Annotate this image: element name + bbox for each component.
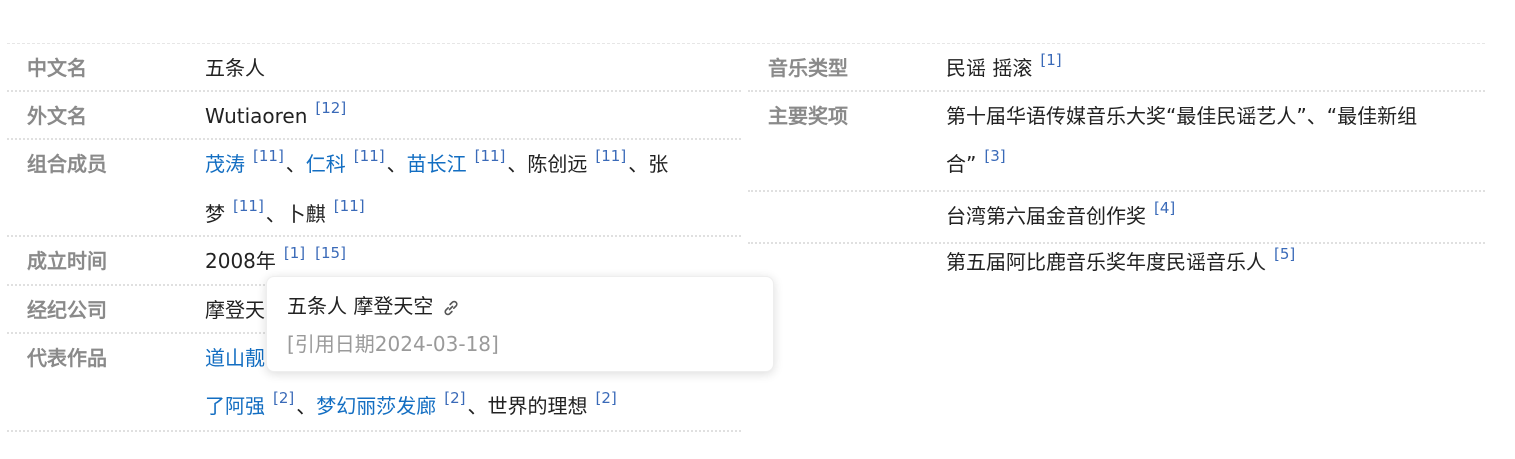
info-column-right: 音乐类型 民谣 摇滚 [1] 主要奖项 第十届华语传媒音乐大奖“最佳民谣艺人”、“… (748, 44, 1485, 287)
genre-text: 民谣 摇滚 (946, 56, 1033, 80)
member-name: 梦 (205, 202, 225, 226)
citation-ref[interactable]: [11] (595, 147, 626, 165)
info-value: 第五届阿比鹿音乐奖年度民谣音乐人 [5] (926, 238, 1485, 288)
award-item: 台湾第六届金音创作奖 (946, 204, 1146, 228)
info-value: 民谣 摇滚 [1] (926, 44, 1485, 94)
member-name: 张 (648, 152, 669, 176)
member-link[interactable]: 苗长江 (407, 152, 467, 176)
tooltip-source-text: 五条人 摩登天空 (287, 294, 434, 318)
info-label: 经纪公司 (27, 298, 107, 322)
citation-ref[interactable]: [2] (273, 389, 294, 407)
separator: 、 (296, 394, 317, 418)
citation-ref[interactable]: [12] (315, 99, 346, 117)
info-row-chinese-name: 中文名 五条人 (7, 44, 741, 92)
member-name: 卜麒 (285, 202, 326, 226)
tooltip-citation-date: [引用日期2024-03-18] (287, 332, 499, 356)
link-icon[interactable] (441, 296, 461, 316)
separator: 、 (285, 152, 306, 176)
info-value: 茂涛 [11] 、仁科 [11] 、苗长江 [11] 、陈创远 [11] 、张 梦 [11] 、卜麒… (185, 140, 741, 240)
work-link[interactable]: 梦幻丽莎发廊 (316, 394, 436, 418)
member-link[interactable]: 茂涛 (205, 152, 245, 176)
award-item-cont: 合” [3] (748, 140, 1485, 192)
award-item: 第十届华语传媒音乐大奖“最佳民谣艺人”、“最佳新组 (946, 104, 1418, 128)
citation-ref[interactable]: [15] (315, 244, 346, 262)
citation-ref[interactable]: [5] (1274, 245, 1295, 263)
citation-ref[interactable]: [1] (284, 244, 305, 262)
award-item-row: 台湾第六届金音创作奖 [4] (748, 192, 1485, 244)
citation-ref[interactable]: [11] (334, 197, 365, 215)
work-name: 世界的理想 (487, 394, 588, 418)
citation-ref[interactable]: [3] (984, 147, 1005, 165)
separator: 、 (386, 152, 407, 176)
info-label: 组合成员 (27, 152, 107, 176)
citation-ref[interactable]: [2] (444, 389, 465, 407)
info-row-awards-cont: 第五届阿比鹿音乐奖年度民谣音乐人 [5] (748, 238, 1485, 287)
citation-ref[interactable]: [11] (354, 147, 385, 165)
separator: 、 (628, 152, 649, 176)
info-column-left: 中文名 五条人 外文名 Wutiaoren [12] 组合成员 茂涛 [11] 、仁科… (7, 44, 741, 432)
info-label: 成立时间 (27, 249, 107, 273)
info-label: 代表作品 (27, 346, 107, 370)
founded-year: 2008年 (205, 249, 276, 273)
citation-ref[interactable]: [2] (596, 389, 617, 407)
citation-ref[interactable]: [11] (475, 147, 506, 165)
info-label: 音乐类型 (768, 56, 848, 80)
info-label: 中文名 (27, 56, 87, 80)
award-item: 合” (946, 152, 977, 176)
citation-tooltip: 五条人 摩登天空 [引用日期2024-03-18] (266, 276, 774, 372)
info-label: 外文名 (27, 104, 87, 128)
citation-ref[interactable]: [4] (1154, 199, 1175, 217)
separator: 、 (467, 394, 488, 418)
info-value: Wutiaoren [12] (185, 92, 741, 142)
separator: 、 (507, 152, 528, 176)
member-link[interactable]: 仁科 (306, 152, 346, 176)
member-name: 陈创远 (527, 152, 588, 176)
info-value: 第十届华语传媒音乐大奖“最佳民谣艺人”、“最佳新组 合” [3] 台湾第六届金音创… (748, 92, 1485, 244)
foreign-name-text: Wutiaoren (205, 104, 308, 128)
citation-ref[interactable]: [1] (1040, 51, 1061, 69)
info-label: 主要奖项 (768, 104, 848, 128)
basic-info-box: 中文名 五条人 外文名 Wutiaoren [12] 组合成员 茂涛 [11] 、仁科… (0, 0, 1515, 459)
info-row-foreign-name: 外文名 Wutiaoren [12] (7, 92, 741, 140)
info-value: 五条人 (205, 56, 265, 80)
separator: 、 (265, 202, 286, 226)
tooltip-title: 五条人 摩登天空 (287, 291, 753, 321)
info-row-members: 组合成员 茂涛 [11] 、仁科 [11] 、苗长江 [11] 、陈创远 [11] 、张 梦 [1… (7, 140, 741, 237)
info-row-genre: 音乐类型 民谣 摇滚 [1] (748, 44, 1485, 92)
info-row-awards: 主要奖项 第十届华语传媒音乐大奖“最佳民谣艺人”、“最佳新组 合” [3] 台湾第… (748, 92, 1485, 244)
citation-ref[interactable]: [11] (253, 147, 284, 165)
citation-ref[interactable]: [11] (233, 197, 264, 215)
award-item: 第五届阿比鹿音乐奖年度民谣音乐人 (946, 250, 1266, 274)
work-link[interactable]: 了阿强 (205, 394, 265, 418)
work-link[interactable]: 道山靓 (205, 346, 265, 370)
